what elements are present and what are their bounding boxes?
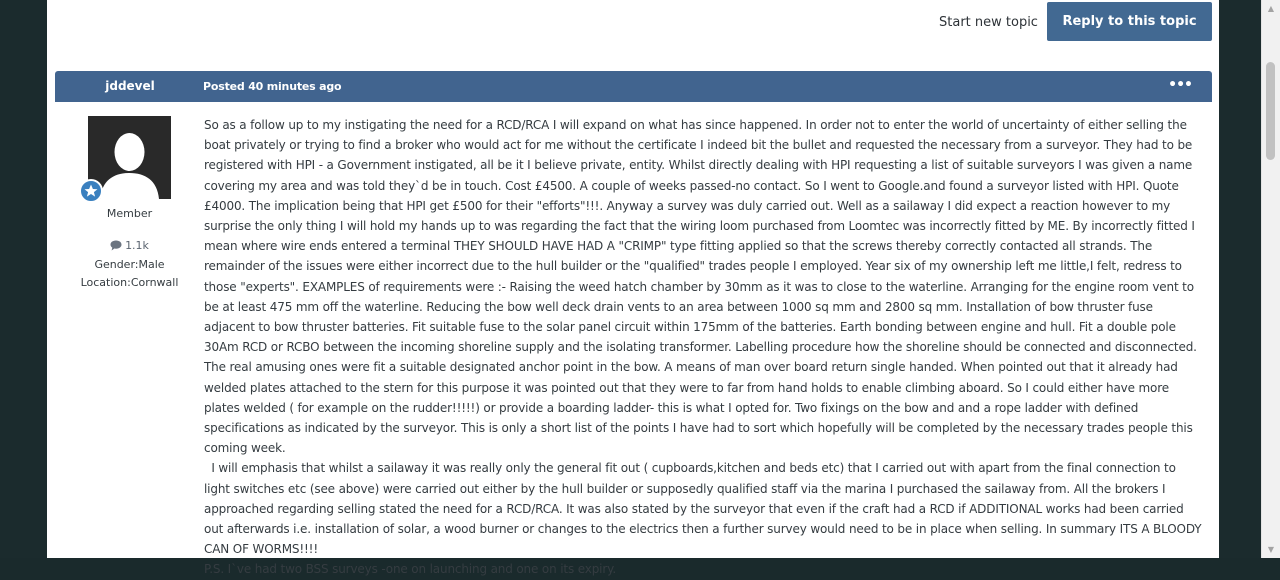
star-badge-icon: [79, 179, 103, 203]
post-paragraph: So as a follow up to my instigating the …: [204, 118, 1197, 456]
post-count: 1.1k: [57, 239, 202, 254]
start-new-topic-link[interactable]: Start new topic: [939, 14, 1038, 31]
author-name-link[interactable]: jddevel: [55, 71, 205, 102]
post-content: So as a follow up to my instigating the …: [204, 115, 1204, 580]
reply-to-topic-button[interactable]: Reply to this topic: [1047, 2, 1212, 41]
author-avatar-link[interactable]: [79, 116, 171, 203]
scroll-down-arrow-icon[interactable]: ▼: [1262, 541, 1280, 558]
post-options-menu-icon[interactable]: •••: [1168, 71, 1193, 100]
location-field: Location:Cornwall: [80, 276, 179, 289]
member-group-label: Member: [106, 207, 153, 220]
post-header-bar: jddevel Posted 40 minutes ago •••: [55, 71, 1212, 102]
topic-page: Start new topic Reply to this topic jdde…: [47, 0, 1219, 576]
gender-field: Gender:Male: [94, 258, 165, 271]
scrollbar-thumb[interactable]: [1266, 62, 1275, 160]
post-count-value: 1.1k: [125, 239, 149, 252]
post-date[interactable]: Posted 40 minutes ago: [203, 71, 342, 102]
comment-icon: [110, 240, 122, 254]
page-gutter-right: [1219, 0, 1261, 558]
page-scrollbar[interactable]: ▲ ▼: [1261, 0, 1280, 558]
page-gutter-left: [0, 0, 47, 558]
post-paragraph: I will emphasis that whilst a sailaway i…: [204, 461, 1206, 557]
scroll-up-arrow-icon[interactable]: ▲: [1262, 0, 1280, 17]
post-paragraph: P.S. I`ve had two BSS surveys -one on la…: [204, 562, 617, 577]
